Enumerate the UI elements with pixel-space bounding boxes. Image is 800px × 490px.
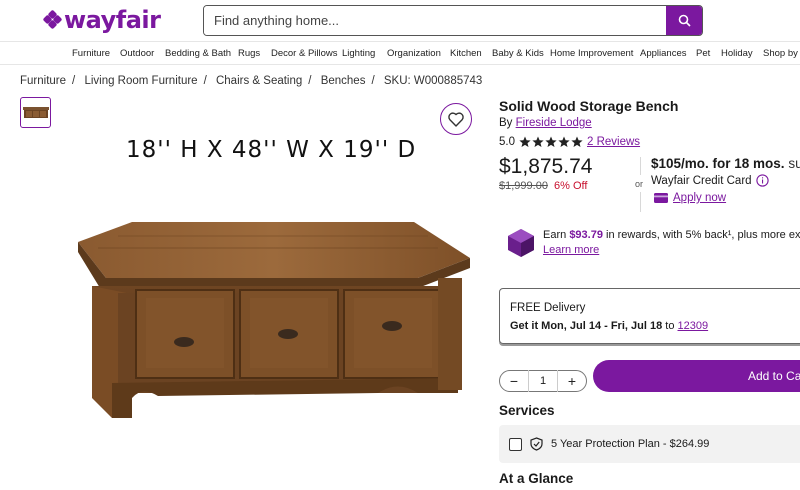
financing-suggest: sugg — [788, 156, 800, 171]
nav-item-holiday[interactable]: Holiday — [721, 48, 753, 59]
logo-text: wayfair — [64, 6, 161, 34]
zip-code-link[interactable]: 12309 — [678, 320, 709, 332]
rewards-suffix: in rewards, with 5% back¹, plus more exc… — [606, 229, 800, 241]
site-header: wayfair — [0, 0, 800, 42]
search-button[interactable] — [666, 6, 702, 35]
quantity-stepper: − 1 + — [499, 370, 587, 392]
at-a-glance-heading: At a Glance — [499, 471, 574, 486]
protection-plan-option[interactable]: 5 Year Protection Plan - $264.99 — [499, 425, 800, 463]
nav-item-furniture[interactable]: Furniture — [72, 48, 110, 59]
breadcrumb: Furniture / Living Room Furniture / Chairs… — [20, 75, 483, 87]
shield-check-icon — [530, 437, 543, 451]
breadcrumb-furniture[interactable]: Furniture — [20, 75, 66, 87]
sale-price: $1,875.74 — [499, 155, 593, 178]
logo-mark-icon — [42, 9, 63, 30]
nav-item-kitchen[interactable]: Kitchen — [450, 48, 482, 59]
nav-item-appliances[interactable]: Appliances — [640, 48, 686, 59]
product-main-image[interactable] — [78, 218, 478, 423]
breadcrumb-chairs-seating[interactable]: Chairs & Seating — [216, 75, 302, 87]
apply-now-link[interactable]: Apply now — [673, 192, 726, 204]
delivery-dates: Get it Mon, Jul 14 - Fri, Jul 18 — [510, 320, 663, 332]
breadcrumb-living-room[interactable]: Living Room Furniture — [84, 75, 197, 87]
original-price-row: $1,999.00 6% Off — [499, 180, 587, 192]
star-icon — [571, 136, 583, 147]
services-heading: Services — [499, 403, 555, 418]
favorite-button[interactable] — [440, 103, 472, 135]
brand-line: By Fireside Lodge — [499, 117, 592, 129]
monthly-payment: $105/mo. for 18 mos. — [651, 156, 785, 171]
by-label: By — [499, 117, 513, 129]
reviews-link[interactable]: 2 Reviews — [587, 136, 640, 148]
product-thumbnail[interactable] — [20, 97, 51, 128]
rewards-promo: Earn $93.79 in rewards, with 5% back¹, p… — [507, 228, 800, 258]
nav-item-outdoor[interactable]: Outdoor — [120, 48, 154, 59]
star-rating — [519, 136, 583, 148]
nav-item-decor-pillows[interactable]: Decor & Pillows — [271, 48, 338, 59]
delivery-label: FREE Delivery — [510, 302, 586, 314]
protection-plan-label: 5 Year Protection Plan - $264.99 — [551, 438, 710, 450]
info-icon[interactable] — [755, 174, 769, 187]
credit-card-row: Wayfair Credit Card — [651, 174, 769, 187]
heart-icon — [448, 111, 464, 127]
quantity-value[interactable]: 1 — [528, 370, 558, 392]
wayfair-logo[interactable]: wayfair — [42, 6, 161, 34]
category-nav: Furniture Outdoor Bedding & Bath Rugs De… — [0, 43, 800, 65]
rating-value: 5.0 — [499, 136, 515, 148]
star-icon — [532, 136, 544, 147]
divider — [640, 157, 641, 175]
learn-more-link[interactable]: Learn more — [543, 244, 599, 256]
credit-card-name: Wayfair Credit Card — [651, 174, 752, 187]
search-input[interactable] — [204, 6, 666, 35]
search-icon — [678, 14, 691, 27]
nav-item-organization[interactable]: Organization — [387, 48, 441, 59]
quantity-increase-button[interactable]: + — [565, 374, 579, 388]
delivery-box: FREE Delivery Get it Mon, Jul 14 - Fri, … — [499, 288, 800, 344]
divider — [640, 192, 641, 212]
quantity-decrease-button[interactable]: − — [507, 374, 521, 388]
add-to-cart-button[interactable]: Add to Car — [593, 360, 800, 392]
product-title: Solid Wood Storage Bench — [499, 98, 679, 114]
delivery-to: to — [665, 320, 675, 332]
nav-item-pet[interactable]: Pet — [696, 48, 710, 59]
breadcrumb-sku: SKU: W000885743 — [383, 75, 483, 87]
nav-item-rugs[interactable]: Rugs — [238, 48, 260, 59]
rewards-amount: $93.79 — [569, 229, 603, 241]
search-bar — [203, 5, 703, 36]
apply-now-row: Apply now — [654, 192, 726, 204]
rewards-gem-icon — [508, 229, 534, 257]
original-price: $1,999.00 — [499, 180, 548, 192]
brand-link[interactable]: Fireside Lodge — [516, 117, 592, 129]
delivery-dates-row: Get it Mon, Jul 14 - Fri, Jul 18 to 1230… — [510, 320, 800, 332]
product-dimensions-text: 18'' H X 48'' W X 19'' D — [126, 137, 417, 163]
credit-card-icon — [654, 193, 668, 203]
star-icon — [545, 136, 557, 147]
rating-row: 5.0 2 Reviews — [499, 136, 640, 148]
breadcrumb-benches[interactable]: Benches — [321, 75, 366, 87]
rewards-prefix: Earn — [543, 229, 567, 241]
star-icon — [519, 136, 531, 147]
protection-plan-checkbox[interactable] — [509, 437, 522, 451]
or-label: or — [635, 179, 644, 189]
bench-thumbnail-image — [22, 106, 49, 118]
rewards-text: Earn $93.79 in rewards, with 5% back¹, p… — [543, 228, 800, 258]
nav-item-bedding-bath[interactable]: Bedding & Bath — [165, 48, 231, 59]
nav-item-baby-kids[interactable]: Baby & Kids — [492, 48, 544, 59]
discount-badge: 6% Off — [554, 180, 588, 192]
star-icon — [558, 136, 570, 147]
financing-offer: $105/mo. for 18 mos. sugg — [651, 156, 800, 171]
nav-item-lighting[interactable]: Lighting — [342, 48, 375, 59]
nav-item-home-improvement[interactable]: Home Improvement — [550, 48, 633, 59]
nav-item-shop-by-room[interactable]: Shop by R — [763, 48, 800, 59]
